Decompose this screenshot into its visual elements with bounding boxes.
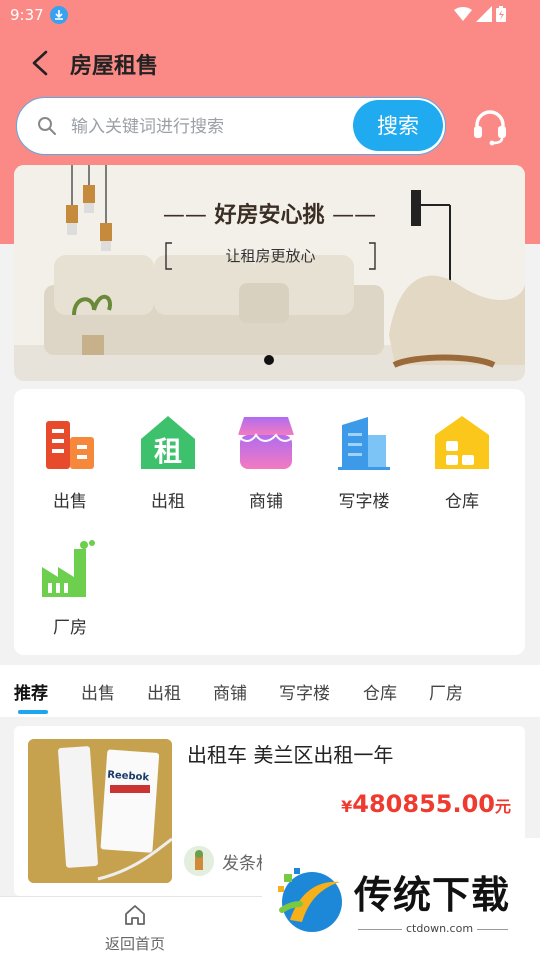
home-label: 返回首页 bbox=[104, 935, 165, 953]
tab-rent[interactable]: 出租 bbox=[147, 679, 181, 704]
tab-factory[interactable]: 厂房 bbox=[429, 679, 463, 704]
price-currency: ¥ bbox=[341, 797, 353, 816]
price-unit: 元 bbox=[494, 797, 511, 816]
category-office[interactable]: 写字楼 bbox=[315, 413, 413, 512]
download-icon bbox=[50, 6, 68, 24]
status-bar: 9:37 bbox=[0, 0, 540, 30]
building-icon bbox=[40, 413, 100, 473]
shop-icon bbox=[236, 413, 296, 473]
category-label: 厂房 bbox=[53, 618, 87, 638]
listing-photo: Reebok bbox=[28, 739, 172, 883]
category-factory[interactable]: 厂房 bbox=[21, 539, 119, 638]
tab-recommend[interactable]: 推荐 bbox=[14, 679, 48, 704]
category-rent[interactable]: 租 出租 bbox=[119, 413, 217, 512]
category-label: 仓库 bbox=[445, 492, 479, 512]
home-button[interactable]: 返回首页 bbox=[100, 903, 170, 954]
watermark-logo bbox=[278, 868, 342, 932]
factory-icon bbox=[40, 539, 100, 599]
tab-warehouse[interactable]: 仓库 bbox=[363, 679, 397, 704]
back-button[interactable] bbox=[28, 46, 52, 80]
category-shop[interactable]: 商铺 bbox=[217, 413, 315, 512]
watermark-brand: 传统下载 bbox=[354, 873, 511, 917]
filter-tabs: 推荐 出售 出租 商铺 写字楼 仓库 厂房 bbox=[0, 665, 540, 717]
status-time: 9:37 bbox=[10, 6, 44, 24]
wifi-icon bbox=[454, 7, 472, 21]
watermark-url: ctdown.com bbox=[402, 922, 478, 935]
listing-price: ¥480855.00元 bbox=[341, 790, 511, 818]
customer-service-button[interactable] bbox=[470, 106, 510, 146]
search-button[interactable]: 搜索 bbox=[353, 100, 443, 151]
banner-pagination-dot[interactable] bbox=[264, 355, 274, 365]
category-grid: 出售 租 出租 商铺 写字楼 仓库 厂房 bbox=[14, 389, 525, 655]
category-warehouse[interactable]: 仓库 bbox=[413, 413, 511, 512]
tab-sale[interactable]: 出售 bbox=[81, 679, 115, 704]
category-label: 出售 bbox=[53, 492, 87, 512]
headset-icon bbox=[474, 110, 506, 146]
listing-thumbnail[interactable]: Reebok bbox=[28, 739, 172, 883]
office-building-icon bbox=[334, 413, 394, 473]
tab-shop[interactable]: 商铺 bbox=[213, 679, 247, 704]
page-title: 房屋租售 bbox=[70, 54, 159, 79]
active-tab-indicator bbox=[18, 710, 48, 714]
home-icon bbox=[125, 905, 145, 925]
category-label: 出租 bbox=[151, 492, 185, 512]
avatar bbox=[184, 846, 214, 876]
search-icon bbox=[38, 117, 56, 135]
rent-house-icon: 租 bbox=[138, 413, 198, 473]
promo-banner[interactable]: —— 好房安心挑 —— 让租房更放心 bbox=[14, 165, 525, 381]
back-arrow-icon bbox=[32, 50, 48, 76]
category-sale[interactable]: 出售 bbox=[21, 413, 119, 512]
signal-icon bbox=[476, 6, 492, 22]
warehouse-icon bbox=[432, 413, 492, 473]
category-label: 写字楼 bbox=[338, 492, 390, 512]
watermark: 传统下载 ctdown.com bbox=[262, 838, 540, 960]
status-icons bbox=[454, 6, 506, 22]
svg-text:租: 租 bbox=[154, 435, 182, 468]
banner-headline: —— 好房安心挑 —— bbox=[162, 203, 377, 228]
search-input[interactable] bbox=[69, 111, 363, 143]
listing-title[interactable]: 出租车 美兰区出租一年 bbox=[187, 739, 393, 768]
title-bar: 房屋租售 bbox=[0, 40, 540, 86]
category-label: 商铺 bbox=[249, 492, 283, 512]
search-bar: 搜索 bbox=[16, 97, 446, 155]
battery-icon bbox=[496, 6, 506, 22]
tab-office[interactable]: 写字楼 bbox=[279, 679, 330, 704]
price-value: 480855.00 bbox=[352, 790, 495, 818]
banner-subline: 让租房更放心 bbox=[162, 242, 379, 270]
